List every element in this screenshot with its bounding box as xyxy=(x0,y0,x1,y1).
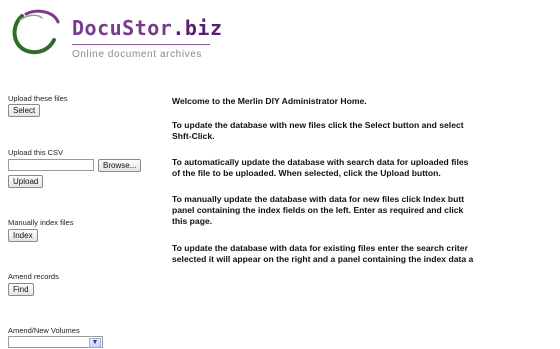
brand-name-suffix: .biz xyxy=(172,16,223,40)
upload-files-label: Upload these files xyxy=(8,94,68,103)
chevron-down-icon[interactable]: ▼ xyxy=(89,338,101,348)
manual-index-label: Manually index files xyxy=(8,218,74,227)
para-select-line-1: To update the database with new files cl… xyxy=(172,120,464,130)
brand-name: DocuStor.biz xyxy=(72,16,223,40)
upload-button[interactable]: Upload xyxy=(8,175,44,188)
volumes-select[interactable]: ▼ xyxy=(8,336,103,348)
welcome-heading: Welcome to the Merlin DIY Administrator … xyxy=(172,96,367,106)
para-upload-line-1: To automatically update the database wit… xyxy=(172,157,469,167)
para-index-line-3: this page. xyxy=(172,216,213,226)
amend-volumes-label: Amend/New Volumes xyxy=(8,326,80,335)
brand-name-main: DocuStor xyxy=(72,16,173,40)
browse-button[interactable]: Browse... xyxy=(98,159,142,172)
upload-csv-label: Upload this CSV xyxy=(8,148,64,157)
brand-tagline: Online document archives xyxy=(72,49,203,60)
para-index-line-1: To manually update the database with dat… xyxy=(172,194,465,204)
find-button[interactable]: Find xyxy=(8,283,34,296)
brand-divider xyxy=(72,44,210,45)
amend-records-label: Amend records xyxy=(8,272,59,281)
para-find-line-1: To update the database with data for exi… xyxy=(172,243,468,253)
header: DocuStor.biz Online document archives xyxy=(0,0,560,78)
para-find-line-2: selected it will appear on the right and… xyxy=(172,254,474,264)
para-select-line-2: Shft-Click. xyxy=(172,131,215,141)
csv-file-input[interactable] xyxy=(8,159,94,171)
logo-swoosh-icon xyxy=(12,9,60,55)
para-index-line-2: panel containing the index fields on the… xyxy=(172,205,464,215)
para-upload-line-2: of the file to be uploaded. When selecte… xyxy=(172,168,441,178)
select-button[interactable]: Select xyxy=(8,104,41,117)
index-button[interactable]: Index xyxy=(8,229,38,242)
